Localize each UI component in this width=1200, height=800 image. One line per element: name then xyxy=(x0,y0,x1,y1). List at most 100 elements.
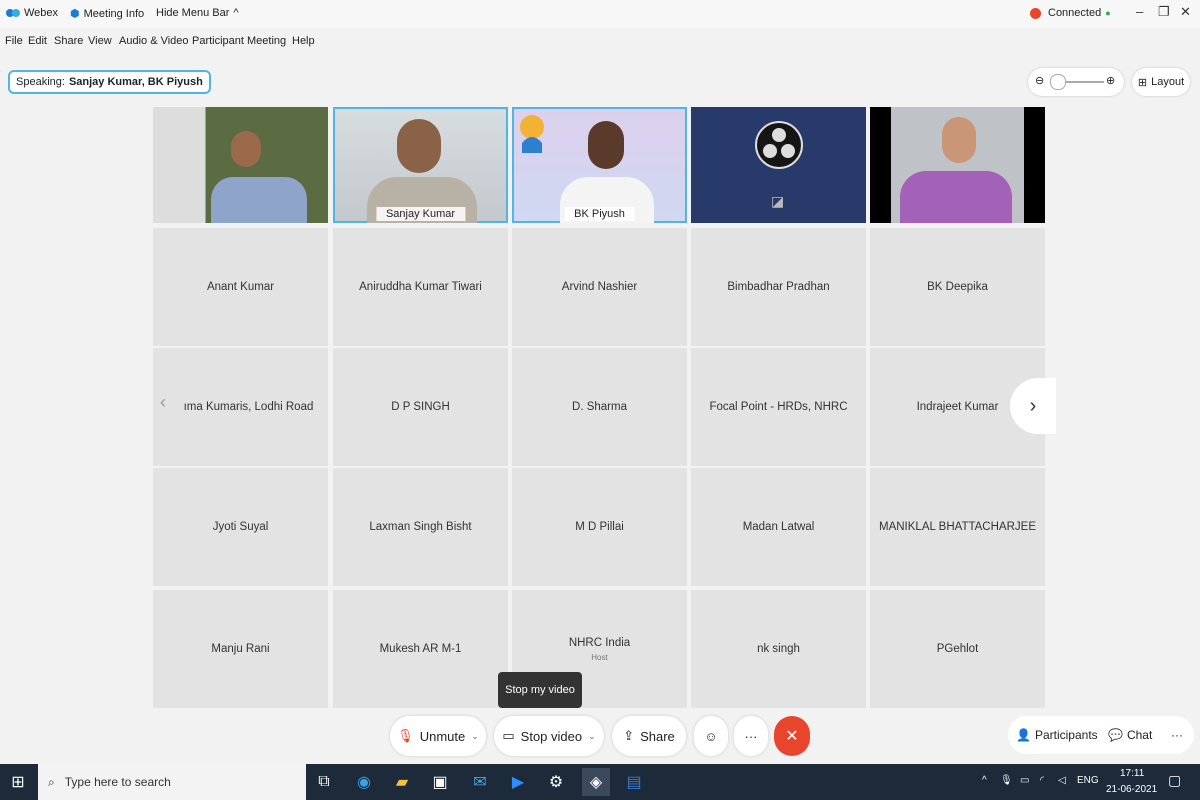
title-bar: Webex ⬢ Meeting Info Hide Menu Bar ^ Con… xyxy=(0,0,1200,28)
participant-tile[interactable]: M D Pillai xyxy=(512,468,687,586)
menu-file[interactable]: File xyxy=(5,35,23,47)
zoom-out-icon[interactable]: ⊖ xyxy=(1035,74,1044,87)
status-dot-icon xyxy=(1030,7,1041,19)
share-label: Share xyxy=(640,728,675,744)
participant-tile[interactable]: Anant Kumar xyxy=(153,228,328,346)
word-icon[interactable]: ▤ xyxy=(620,768,648,796)
stop-video-button[interactable]: ▭ Stop video ⌄ xyxy=(494,716,604,756)
taskbar-search[interactable]: ⌕ Type here to search xyxy=(38,764,306,800)
grid-icon: ⊞ xyxy=(1137,76,1148,89)
windows-start-icon[interactable]: ⊞ xyxy=(4,768,32,796)
participant-name: Mukesh AR M-1 xyxy=(379,643,462,655)
participant-tile[interactable]: D. Sharma xyxy=(512,348,687,466)
participant-tile[interactable]: Focal Point - HRDs, NHRC xyxy=(691,348,866,466)
minimize-icon[interactable]: – xyxy=(1136,4,1143,19)
restore-icon[interactable]: ❐ xyxy=(1158,4,1170,20)
zoom-app-icon[interactable]: ▶ xyxy=(504,768,532,796)
participant-tile[interactable]: nk singh xyxy=(691,590,866,708)
zoom-in-icon[interactable]: ⊕ xyxy=(1106,74,1115,87)
zoom-slider[interactable]: ⊖ ⊕ xyxy=(1028,68,1124,96)
video-tile-obs[interactable]: ◪ xyxy=(691,107,866,223)
close-icon[interactable]: ✕ xyxy=(1180,4,1191,20)
camera-icon: ▭ xyxy=(502,728,515,743)
webex-logo-icon xyxy=(6,9,20,17)
video-tile[interactable] xyxy=(870,107,1045,223)
participant-tile[interactable]: Bimbadhar Pradhan xyxy=(691,228,866,346)
video-tile-sanjay-kumar[interactable]: Sanjay Kumar xyxy=(333,107,508,223)
participant-tile[interactable]: Madan Latwal xyxy=(691,468,866,586)
mic-icon[interactable]: 🎙 xyxy=(1000,775,1013,786)
person-icon: 👤 xyxy=(1016,728,1031,742)
more-icon: ··· xyxy=(1171,728,1183,742)
speaking-names: Sanjay Kumar, BK Piyush xyxy=(68,76,203,88)
mic-muted-icon: 🎙 xyxy=(397,728,414,743)
speaking-indicator: Speaking: Sanjay Kumar, BK Piyush xyxy=(8,70,211,94)
speaker-icon[interactable]: ◁ xyxy=(1058,775,1066,786)
menu-audio-video[interactable]: Audio & Video xyxy=(119,35,189,47)
chevron-left-icon[interactable]: ‹ xyxy=(160,392,166,413)
file-explorer-icon[interactable]: ▰ xyxy=(388,768,416,796)
battery-icon[interactable]: ▭ xyxy=(1020,775,1029,786)
chevron-right-icon: › xyxy=(1029,394,1037,417)
menu-help[interactable]: Help xyxy=(292,35,315,47)
chevron-down-icon[interactable]: ⌄ xyxy=(471,731,479,742)
settings-icon[interactable]: ⚙ xyxy=(542,768,570,796)
unmute-button[interactable]: 🎙 Unmute ⌄ xyxy=(390,716,486,756)
clock-time[interactable]: 17:11 xyxy=(1120,768,1144,779)
leave-meeting-button[interactable]: ✕ xyxy=(774,716,810,756)
participant-name: NHRC India xyxy=(568,636,631,649)
participant-name: Bimbadhar Pradhan xyxy=(727,281,830,293)
participant-tile[interactable]: MANIKLAL BHATTACHARJEE xyxy=(870,468,1045,586)
wifi-icon[interactable]: ◜ xyxy=(1040,775,1044,786)
participant-head xyxy=(588,121,624,169)
edge-icon[interactable]: ◉ xyxy=(350,768,378,796)
layout-button[interactable]: ⊞ Layout xyxy=(1132,68,1190,96)
participant-name: Anant Kumar xyxy=(206,281,275,293)
menu-bar: File Edit Share View Audio & Video Parti… xyxy=(0,32,1200,52)
video-tile[interactable] xyxy=(153,107,328,223)
more-options-button[interactable]: ··· xyxy=(734,716,768,756)
participant-tile[interactable]: Jyoti Suyal xyxy=(153,468,328,586)
unmute-label: Unmute xyxy=(419,728,466,744)
participants-button[interactable]: 👤 Participants xyxy=(1008,716,1108,754)
menu-meeting[interactable]: Meeting xyxy=(247,35,286,47)
language-indicator[interactable]: ENG xyxy=(1077,775,1099,786)
task-view-icon[interactable]: ⧉ xyxy=(310,768,338,796)
chevron-up-icon[interactable]: ^ xyxy=(982,775,987,786)
video-tile-bk-piyush[interactable]: BK Piyush xyxy=(512,107,687,223)
participant-tile[interactable]: Arvind Nashier xyxy=(512,228,687,346)
participant-tile[interactable]: ıma Kumaris, Lodhi Road xyxy=(153,348,328,466)
participant-name: D. Sharma xyxy=(572,401,627,413)
tooltip: Stop my video xyxy=(498,672,582,708)
participant-tile[interactable]: Laxman Singh Bisht xyxy=(333,468,508,586)
more-panels-button[interactable]: ··· xyxy=(1160,716,1194,754)
menu-view[interactable]: View xyxy=(88,35,112,47)
more-icon: ··· xyxy=(744,728,758,744)
meeting-info-button[interactable]: ⬢ Meeting Info xyxy=(70,7,144,21)
participant-tile[interactable]: Manju Rani xyxy=(153,590,328,708)
hide-menu-bar-button[interactable]: Hide Menu Bar ^ xyxy=(156,7,239,19)
store-icon[interactable]: ▣ xyxy=(426,768,454,796)
clock-date[interactable]: 21-06-2021 xyxy=(1106,784,1157,795)
mail-icon[interactable]: ✉ xyxy=(466,768,494,796)
participant-name: Indrajeet Kumar xyxy=(916,401,999,413)
participant-name: D P SINGH xyxy=(391,401,450,413)
chevron-down-icon[interactable]: ⌄ xyxy=(588,731,596,742)
reactions-button[interactable]: ☺ xyxy=(694,716,728,756)
menu-participant[interactable]: Participant xyxy=(192,35,244,47)
menu-share[interactable]: Share xyxy=(54,35,83,47)
menu-edit[interactable]: Edit xyxy=(28,35,47,47)
notification-icon[interactable]: ▢ xyxy=(1168,772,1181,789)
host-label: Host xyxy=(591,652,608,662)
webex-taskbar-icon[interactable]: ◈ xyxy=(582,768,610,796)
chat-button[interactable]: 💬 Chat xyxy=(1100,716,1168,754)
share-button[interactable]: ⇪ Share xyxy=(612,716,686,756)
participant-tile[interactable]: Mukesh AR M-1 xyxy=(333,590,508,708)
zoom-handle[interactable] xyxy=(1050,74,1066,90)
participant-tile[interactable]: PGehlot xyxy=(870,590,1045,708)
participant-tile[interactable]: BK Deepika xyxy=(870,228,1045,346)
participant-tile[interactable]: D P SINGH xyxy=(333,348,508,466)
participant-name: Aniruddha Kumar Tiwari xyxy=(359,281,482,293)
connection-status[interactable]: Connected ● xyxy=(1030,7,1111,19)
participant-tile[interactable]: Aniruddha Kumar Tiwari xyxy=(333,228,508,346)
